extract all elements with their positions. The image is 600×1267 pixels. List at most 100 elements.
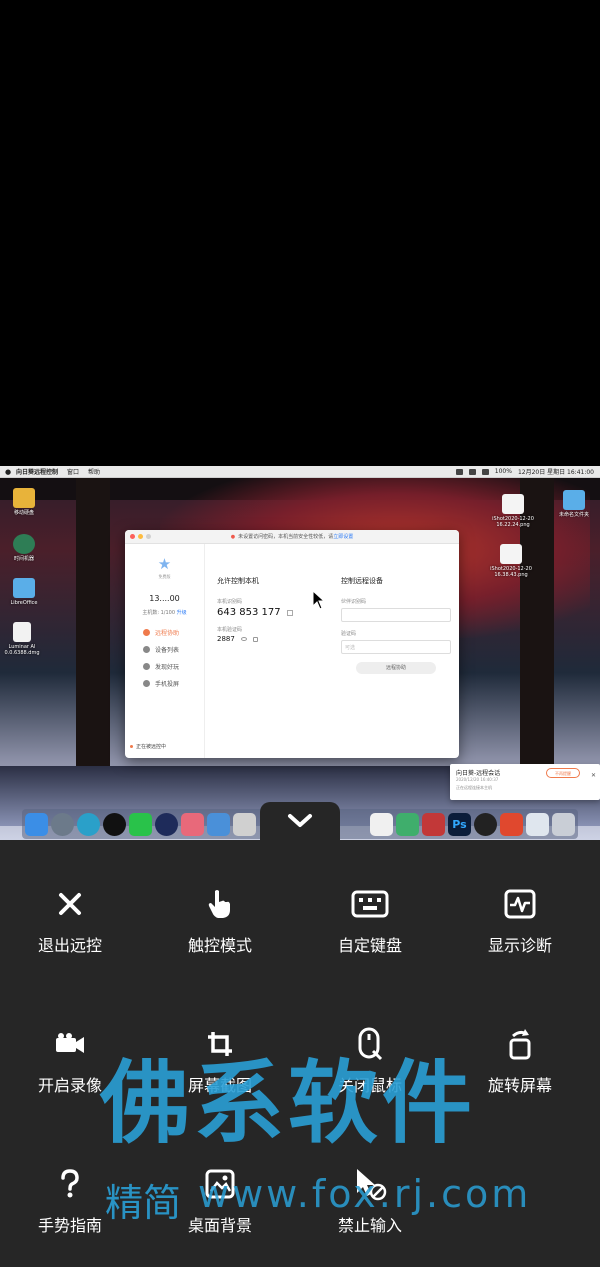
- app-icon[interactable]: [422, 812, 445, 836]
- desktop-icon-time-machine[interactable]: 时间机器: [4, 534, 44, 562]
- gesture-guide-button[interactable]: 手势指南: [0, 1164, 145, 1236]
- folder-icon: [563, 490, 585, 510]
- trash-icon[interactable]: [552, 812, 575, 836]
- desktop-icon-screenshot-2[interactable]: iShot2020-12-20 16.38.43.png: [486, 544, 536, 578]
- edit-icon[interactable]: [252, 636, 258, 642]
- discover-icon: [143, 663, 150, 670]
- app-icon[interactable]: [370, 812, 393, 836]
- help-icon: [50, 1164, 90, 1204]
- chevron-down-icon: [288, 814, 312, 827]
- status-icon[interactable]: [455, 468, 463, 475]
- control-label: 屏幕截图: [187, 1076, 252, 1095]
- remote-assist-button[interactable]: 远程协助: [356, 662, 436, 674]
- remote-desktop-view[interactable]: ● 向日葵远程控制 窗口 帮助 100% 12月20日 星期日 16:41:00…: [0, 466, 600, 842]
- allow-control-section: 允许控制本机 本机识别码 643 853 177 本机验证码 2887: [217, 576, 327, 643]
- window-controls: [130, 534, 151, 539]
- remote-status: 正在被远控中: [130, 743, 166, 750]
- desktop-icon-screenshot-1[interactable]: iShot2020-12-20 16.22.24.png: [488, 494, 538, 528]
- desktop-icon-luminar[interactable]: Luminar AI 0.0.6388.dmg: [0, 622, 44, 656]
- zoom-window-button[interactable]: [146, 534, 151, 539]
- display-diagnostics-button[interactable]: 显示诊断: [445, 884, 595, 956]
- account-level: 免费版: [158, 574, 171, 579]
- desktop-icon-libreoffice[interactable]: LibreOffice: [4, 578, 44, 606]
- window-titlebar[interactable]: ● 未设置访问密码，本机当前安全性较低，请 立即设置: [125, 530, 459, 544]
- warning-icon: ●: [230, 533, 236, 540]
- menu-window[interactable]: 窗口: [67, 467, 79, 476]
- set-password-link[interactable]: 立即设置: [333, 533, 353, 540]
- device-count: 主机数: 1/100 升级: [125, 609, 204, 616]
- control-label: 关闭鼠标: [337, 1076, 402, 1095]
- partner-id-input[interactable]: [341, 608, 451, 622]
- menubar-app-name[interactable]: 向日葵远程控制: [16, 467, 58, 476]
- mac-menubar: ● 向日葵远程控制 窗口 帮助 100% 12月20日 星期日 16:41:00: [0, 466, 600, 478]
- allow-control-title: 允许控制本机: [217, 577, 259, 585]
- verify-label: 验证码: [341, 631, 357, 637]
- excel-icon[interactable]: [396, 812, 419, 836]
- status-icon[interactable]: [468, 468, 476, 475]
- music-app-icon[interactable]: [155, 812, 178, 836]
- app-icon[interactable]: [233, 812, 256, 836]
- touch-hand-icon: [200, 884, 240, 924]
- close-icon[interactable]: ✕: [591, 772, 596, 779]
- photoshop-icon[interactable]: Ps: [448, 812, 471, 836]
- status-dot-icon: [130, 745, 133, 748]
- app-icon[interactable]: [500, 812, 523, 836]
- dont-remind-button[interactable]: 不再提醒: [546, 768, 580, 778]
- app-icon[interactable]: [526, 812, 549, 836]
- qq-icon[interactable]: [103, 812, 126, 836]
- desktop-icon-folder[interactable]: 未命名文件夹: [552, 490, 596, 518]
- nav-label: 发现好玩: [155, 664, 180, 671]
- collapse-panel-button[interactable]: [260, 802, 340, 840]
- custom-keyboard-button[interactable]: 自定键盘: [295, 884, 445, 956]
- desktop-icon-drive[interactable]: 移动硬盘: [4, 488, 44, 516]
- local-code: 2887: [217, 635, 235, 643]
- nav-discover[interactable]: 发现好玩: [125, 658, 204, 675]
- apple-icon[interactable]: ●: [0, 468, 16, 476]
- verify-input[interactable]: 可选: [341, 640, 451, 654]
- notification-time: 2020/12/20 16:40:37: [456, 777, 499, 782]
- remote-control-screen: ● 向日葵远程控制 窗口 帮助 100% 12月20日 星期日 16:41:00…: [0, 0, 600, 1267]
- control-remote-title: 控制远程设备: [341, 577, 383, 585]
- edge-icon[interactable]: [77, 812, 100, 836]
- nav-device-list[interactable]: 设备列表: [125, 641, 204, 658]
- desktop-background-button[interactable]: 桌面背景: [145, 1164, 295, 1236]
- copy-icon[interactable]: [286, 609, 293, 616]
- mouse-off-icon: [350, 1024, 390, 1064]
- nav-phone-cast[interactable]: 手机投屏: [125, 675, 204, 692]
- control-label: 自定键盘: [337, 936, 402, 955]
- control-panel: 退出远控 触控模式 自定键盘 显示诊断 开启录像 屏幕截图 关闭鼠标 旋转屏幕 …: [0, 840, 600, 1267]
- minimize-window-button[interactable]: [138, 534, 143, 539]
- control-label: 旋转屏幕: [487, 1076, 552, 1095]
- sunlogin-window: ● 未设置访问密码，本机当前安全性较低，请 立即设置 ★ 免费版 13....0…: [125, 530, 459, 758]
- image-file-icon: [500, 544, 522, 564]
- disable-mouse-button[interactable]: 关闭鼠标: [295, 1024, 445, 1096]
- battery-percent: 100%: [494, 468, 512, 475]
- start-recording-button[interactable]: 开启录像: [0, 1024, 145, 1096]
- nav-remote-assist[interactable]: 远程协助: [125, 624, 204, 641]
- menu-help[interactable]: 帮助: [88, 467, 100, 476]
- notes-app-icon[interactable]: [181, 812, 204, 836]
- screenshot-button[interactable]: 屏幕截图: [145, 1024, 295, 1096]
- wifi-icon[interactable]: [481, 468, 489, 475]
- finder-icon[interactable]: [25, 812, 48, 836]
- rotate-screen-button[interactable]: 旋转屏幕: [445, 1024, 595, 1096]
- close-window-button[interactable]: [130, 534, 135, 539]
- launchpad-icon[interactable]: [51, 812, 74, 836]
- upgrade-link[interactable]: 升级: [177, 610, 187, 616]
- session-notification: 向日葵-远程会话 2020/12/20 16:40:37 正在远程连接本主机 不…: [450, 764, 600, 800]
- rotate-icon: [500, 1024, 540, 1064]
- folder-icon: [13, 578, 35, 598]
- status-text: 正在被远控中: [136, 744, 167, 750]
- disable-input-button[interactable]: 禁止输入: [295, 1164, 445, 1236]
- device-list-icon: [143, 646, 150, 653]
- menubar-clock[interactable]: 12月20日 星期日 16:41:00: [518, 467, 594, 476]
- control-label: 显示诊断: [487, 936, 552, 955]
- exit-remote-button[interactable]: 退出远控: [0, 884, 145, 956]
- touch-mode-button[interactable]: 触控模式: [145, 884, 295, 956]
- mouse-cursor-icon: [312, 590, 326, 610]
- app-icon[interactable]: [207, 812, 230, 836]
- wechat-icon[interactable]: [129, 812, 152, 836]
- app-icon[interactable]: [474, 812, 497, 836]
- eye-icon[interactable]: [240, 637, 247, 641]
- dmg-icon: [13, 622, 31, 642]
